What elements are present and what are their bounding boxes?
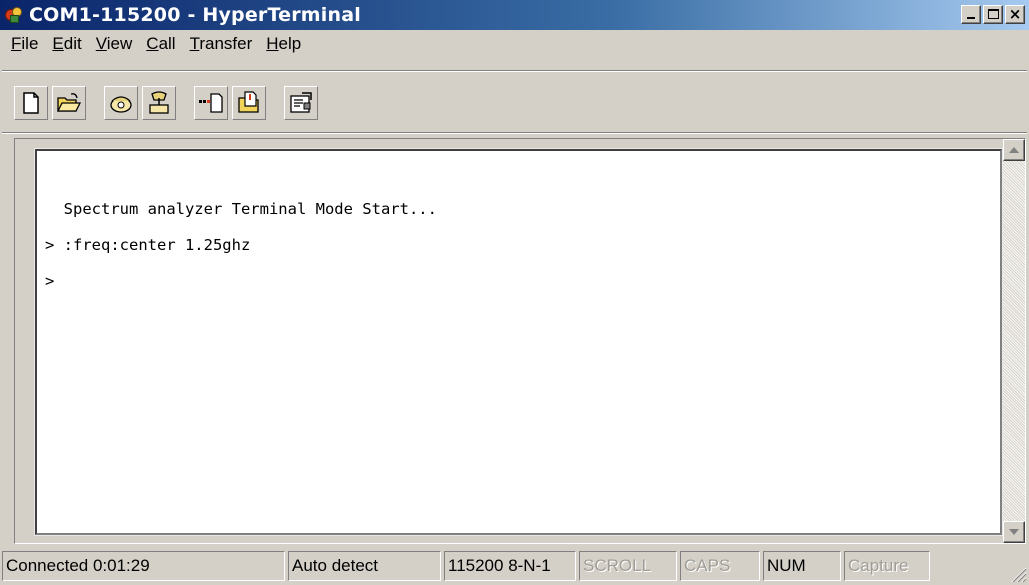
disconnect-button[interactable]: [142, 86, 176, 120]
status-capture: Capture: [844, 550, 930, 581]
menu-file[interactable]: File: [4, 34, 45, 54]
menu-bar: File Edit View Call Transfer Help: [0, 30, 1029, 58]
new-connection-button[interactable]: [14, 86, 48, 120]
terminal-screen[interactable]: Spectrum analyzer Terminal Mode Start...…: [35, 149, 1002, 535]
menu-transfer[interactable]: Transfer: [183, 34, 260, 54]
menu-toolbar-divider: [2, 70, 1027, 72]
menu-help[interactable]: Help: [259, 34, 308, 54]
scroll-up-button[interactable]: [1003, 139, 1025, 161]
send-button[interactable]: [194, 86, 228, 120]
resize-grip-icon[interactable]: [1009, 565, 1027, 583]
open-button[interactable]: [52, 86, 86, 120]
maximize-icon: [988, 9, 999, 19]
properties-button[interactable]: [284, 86, 318, 120]
minimize-icon: [967, 17, 975, 19]
send-icon: [199, 93, 223, 113]
status-emulation: Auto detect: [288, 550, 441, 581]
title-bar[interactable]: COM1-115200 - HyperTerminal ×: [0, 0, 1029, 30]
receive-button[interactable]: [232, 86, 266, 120]
scroll-track[interactable]: [1003, 161, 1025, 521]
toolbar: [0, 78, 1029, 128]
terminal-line: Spectrum analyzer Terminal Mode Start...: [45, 200, 437, 218]
arrow-up-icon: [1009, 147, 1019, 153]
window-controls: ×: [959, 5, 1025, 24]
call-button[interactable]: [104, 86, 138, 120]
status-num-lock: NUM: [763, 550, 841, 581]
close-icon: ×: [1008, 5, 1022, 23]
terminal-line: >: [45, 272, 55, 290]
scroll-down-button[interactable]: [1003, 521, 1025, 543]
toolbar-divider: [2, 132, 1027, 134]
minimize-button[interactable]: [961, 5, 981, 24]
menu-call[interactable]: Call: [139, 34, 182, 54]
connect-icon: [110, 96, 132, 113]
status-caps-lock: CAPS: [680, 550, 760, 581]
window-title: COM1-115200 - HyperTerminal: [29, 4, 361, 26]
arrow-down-icon: [1009, 529, 1019, 535]
disconnect-icon: [149, 91, 169, 114]
properties-icon: [290, 92, 312, 113]
close-button[interactable]: ×: [1005, 5, 1025, 24]
terminal-frame: Spectrum analyzer Terminal Mode Start...…: [14, 138, 1026, 544]
hyperterminal-window: COM1-115200 - HyperTerminal × File Edit …: [0, 0, 1029, 585]
status-connection-time: Connected 0:01:29: [2, 550, 285, 581]
terminal-line: > :freq:center 1.25ghz: [45, 236, 251, 254]
menu-view[interactable]: View: [89, 34, 140, 54]
maximize-button[interactable]: [983, 5, 1003, 24]
status-bar: Connected 0:01:29 Auto detect 115200 8-N…: [0, 546, 1029, 585]
menu-edit[interactable]: Edit: [45, 34, 88, 54]
hyperterminal-app-icon[interactable]: [4, 5, 24, 25]
status-scroll-lock: SCROLL: [579, 550, 677, 581]
open-icon: [56, 93, 82, 112]
new-icon: [23, 92, 39, 114]
status-port-settings: 115200 8-N-1: [444, 550, 576, 581]
receive-icon: [238, 91, 259, 113]
vertical-scrollbar[interactable]: [1003, 139, 1025, 543]
